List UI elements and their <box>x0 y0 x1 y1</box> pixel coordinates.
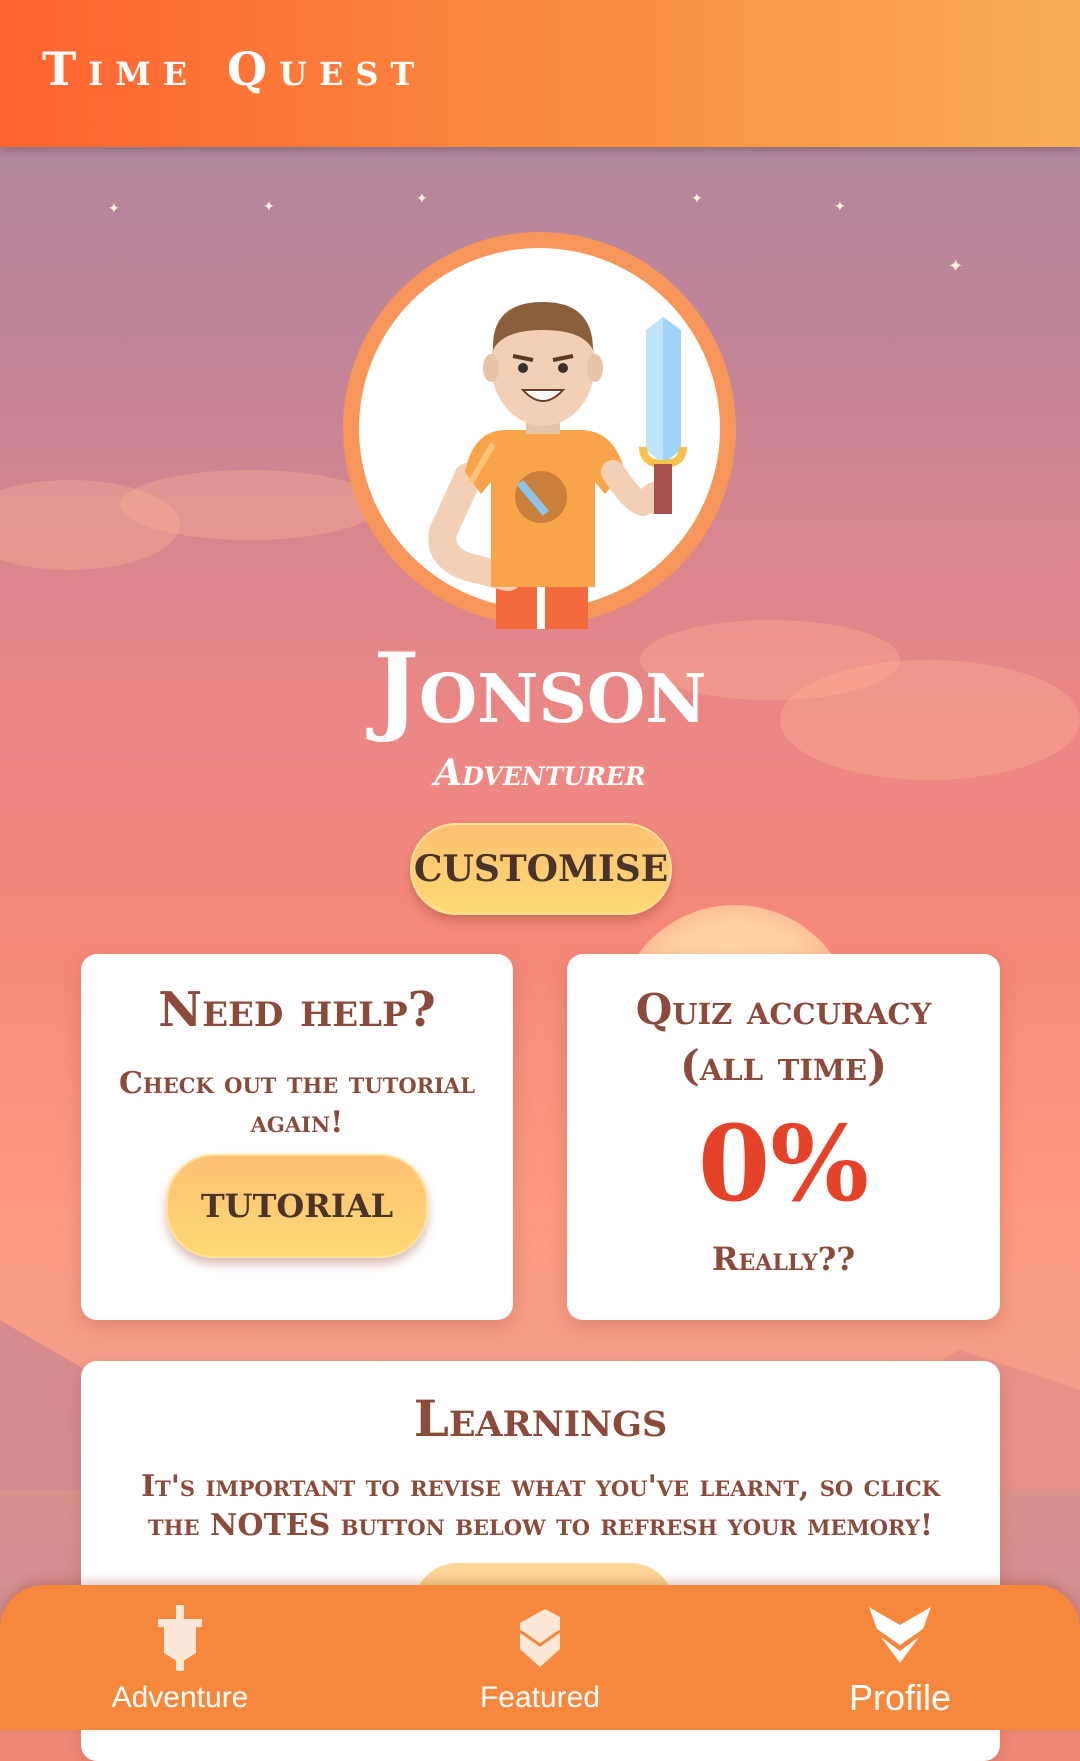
quiz-accuracy-value: 0% <box>697 1102 870 1225</box>
customise-button[interactable]: CUSTOMISE <box>410 823 672 915</box>
nav-label-featured: Featured <box>479 1681 601 1714</box>
help-card-text: Check out the tutorial again! <box>119 1066 475 1140</box>
profile-rank: Adventurer <box>434 752 646 794</box>
tutorial-button[interactable]: TUTORIAL <box>166 1154 428 1258</box>
nav-item-featured[interactable]: Featured <box>360 1585 720 1730</box>
star-icon: ✦ <box>948 256 964 277</box>
help-card: Need help? Check out the tutorial again!… <box>81 954 513 1320</box>
bottom-navigation: Adventure Featured Profile <box>0 1585 1080 1730</box>
avatar[interactable] <box>343 232 736 632</box>
star-icon: ✦ <box>108 201 120 217</box>
banner-sword-icon <box>158 1605 202 1671</box>
star-icon: ✦ <box>691 191 703 207</box>
app-title: Time Quest <box>42 42 427 96</box>
quiz-card-title: Quiz accuracy (all time) <box>635 985 932 1090</box>
nav-item-adventure[interactable]: Adventure <box>0 1585 360 1730</box>
star-icon: ✦ <box>263 199 275 215</box>
quiz-accuracy-card: Quiz accuracy (all time) 0% Really?? <box>567 954 1000 1320</box>
star-icon: ✦ <box>834 199 846 215</box>
learnings-card-title: Learnings <box>413 1389 668 1448</box>
profile-name: Jonson <box>373 632 707 745</box>
learnings-card-text: It's important to revise what you've lea… <box>141 1469 940 1543</box>
quiz-card-caption: Really?? <box>711 1240 856 1278</box>
app-bar: Time Quest <box>0 0 1080 147</box>
nav-label-adventure: Adventure <box>111 1681 249 1714</box>
nav-item-profile[interactable]: Profile <box>720 1585 1080 1730</box>
nav-label-profile: Profile <box>848 1677 952 1718</box>
help-card-title: Need help? <box>158 982 436 1038</box>
star-icon: ✦ <box>416 191 428 207</box>
book-icon <box>519 1609 561 1667</box>
cloud-left-2 <box>120 470 380 540</box>
helmet-icon <box>869 1607 931 1663</box>
